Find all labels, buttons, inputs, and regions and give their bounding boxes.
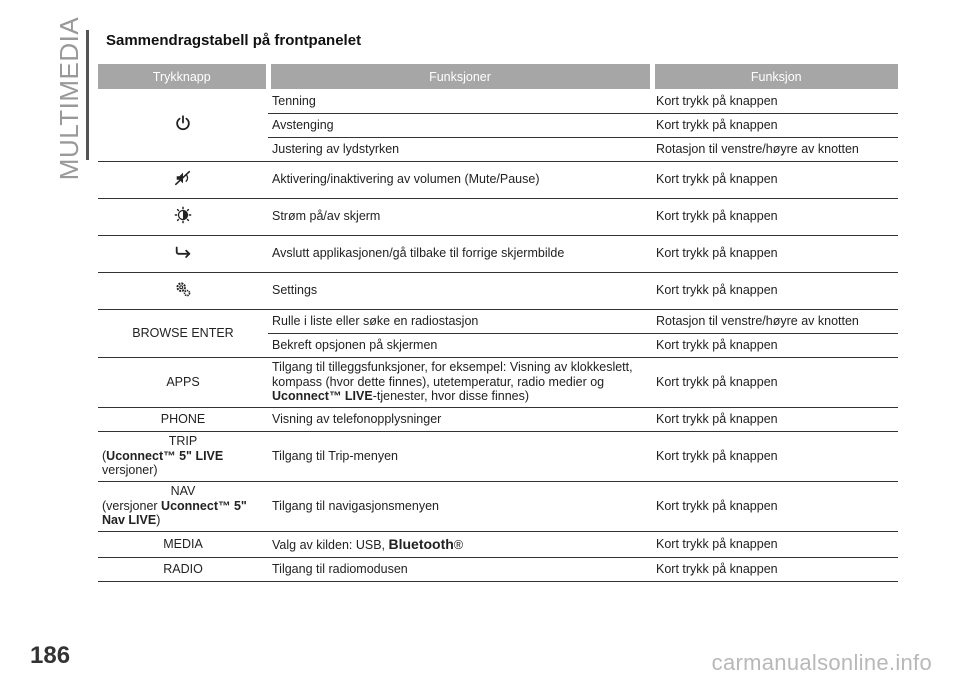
header-functions: Funksjoner — [265, 64, 652, 89]
apps-function-line1: Tilgang til tilleggsfunksjoner, for ekse… — [272, 360, 633, 375]
table-row: Avslutt applikasjonen/gå tilbake til for… — [98, 235, 898, 272]
function-cell: Tenning — [272, 93, 316, 108]
section-side-label: MULTIMEDIA — [54, 16, 85, 180]
side-divider — [86, 30, 89, 160]
bluetooth-word: Bluetooth — [388, 535, 454, 552]
back-button-cell — [98, 235, 268, 272]
table-row: TRIP (Uconnect™ 5" LIVE versjoner) Tilga… — [98, 431, 898, 481]
screen-brightness-icon — [174, 206, 192, 224]
apps-function-bold: Uconnect™ LIVE — [272, 389, 373, 404]
action-cell: Kort trykk på knappen — [656, 411, 778, 426]
table-row: MEDIA Valg av kilden: USB, Bluetooth® Ko… — [98, 531, 898, 557]
action-cell: Kort trykk på knappen — [656, 536, 778, 551]
apps-button-cell: APPS — [166, 374, 200, 389]
function-cell: Valg av kilden: USB, Bluetooth® — [272, 535, 464, 552]
power-icon — [174, 114, 192, 132]
page-number: 186 — [30, 642, 71, 669]
function-cell: Avstenging — [272, 117, 334, 132]
page-heading: Sammendragstabell på frontpanelet — [106, 32, 362, 49]
nav-button-cell: NAV (versjoner Uconnect™ 5" Nav LIVE) — [98, 481, 268, 531]
table-row: BROWSE ENTER Rulle i liste eller søke en… — [98, 309, 898, 340]
function-cell: Tilgang til radiomodusen — [272, 561, 408, 576]
apps-function-line2: kompass (hvor dette finnes), utetemperat… — [272, 374, 605, 389]
action-cell: Kort trykk på knappen — [656, 561, 778, 576]
function-cell: Justering av lydstyrken — [272, 141, 400, 156]
function-cell: Aktivering/inaktivering av volumen (Mute… — [272, 172, 540, 187]
nav-label: NAV — [170, 484, 196, 499]
function-cell: Tilgang til navigasjonsmenyen — [272, 498, 439, 513]
nav-note-tail: Nav LIVE) — [102, 513, 161, 528]
phone-button-cell: PHONE — [160, 411, 206, 426]
action-cell: Kort trykk på knappen — [656, 209, 778, 224]
action-cell: Kort trykk på knappen — [656, 172, 778, 187]
action-cell: Rotasjon til venstre/høyre av knotten — [656, 313, 859, 328]
trip-note-tail: versjoner) — [102, 463, 158, 478]
table-row: RADIO Tilgang til radiomodusen Kort tryk… — [98, 557, 898, 581]
action-cell: Kort trykk på knappen — [656, 283, 778, 298]
back-arrow-icon — [174, 243, 192, 261]
registered-mark: ® — [453, 537, 464, 552]
function-cell: Strøm på/av skjerm — [272, 209, 381, 224]
radio-button-cell: RADIO — [163, 561, 203, 576]
function-cell: Avslutt applikasjonen/gå tilbake til for… — [272, 246, 565, 261]
table-row: Aktivering/inaktivering av volumen (Mute… — [98, 161, 898, 198]
media-button-cell: MEDIA — [163, 536, 203, 551]
trip-label: TRIP — [168, 434, 198, 449]
action-cell: Kort trykk på knappen — [656, 374, 778, 389]
table-row: Settings Kort trykk på knappen — [98, 272, 898, 309]
header-button: Trykknapp — [98, 64, 268, 89]
function-cell: Visning av telefonopplysninger — [272, 411, 442, 426]
table-row: Tenning Kort trykk på knappen — [98, 89, 898, 131]
action-cell: Kort trykk på knappen — [656, 93, 778, 108]
action-cell: Kort trykk på knappen — [656, 337, 778, 352]
function-cell: Tilgang til Trip-menyen — [272, 448, 398, 463]
settings-button-cell — [98, 272, 268, 309]
function-cell: Settings — [272, 283, 318, 298]
mute-icon — [174, 169, 192, 187]
table-row: PHONE Visning av telefonopplysninger Kor… — [98, 407, 898, 431]
trip-button-cell: TRIP (Uconnect™ 5" LIVE versjoner) — [98, 431, 268, 481]
front-panel-summary-table: Trykknapp Funksjoner Funksjon Tenning Ko… — [98, 64, 898, 582]
action-cell: Kort trykk på knappen — [656, 246, 778, 261]
nav-note: (versjoner Uconnect™ 5" — [102, 498, 247, 513]
header-function: Funksjon — [649, 64, 898, 89]
browse-enter-button-cell: BROWSE ENTER — [132, 325, 234, 340]
action-cell: Kort trykk på knappen — [656, 498, 778, 513]
mute-button-cell — [98, 161, 268, 198]
screen-button-cell — [98, 198, 268, 235]
table-row: NAV (versjoner Uconnect™ 5" Nav LIVE) Ti… — [98, 481, 898, 531]
apps-function-tail: -tjenester, hvor disse finnes) — [372, 389, 530, 404]
action-cell: Kort trykk på knappen — [656, 448, 778, 463]
action-cell: Rotasjon til venstre/høyre av knotten — [656, 141, 859, 156]
table-row: APPS Tilgang til tilleggsfunksjoner, for… — [98, 357, 898, 407]
watermark: carmanualsonline.info — [711, 650, 932, 675]
table-header-row: Trykknapp Funksjoner Funksjon — [98, 64, 898, 89]
table-row: Strøm på/av skjerm Kort trykk på knappen — [98, 198, 898, 235]
action-cell: Kort trykk på knappen — [656, 117, 778, 132]
power-button-cell — [98, 89, 268, 161]
trip-note: (Uconnect™ 5" LIVE — [102, 448, 224, 463]
function-cell: Tilgang til tilleggsfunksjoner, for ekse… — [268, 357, 652, 407]
function-cell: Bekreft opsjonen på skjermen — [272, 337, 438, 352]
gear-icon — [174, 280, 192, 298]
function-cell: Rulle i liste eller søke en radiostasjon — [272, 313, 479, 328]
